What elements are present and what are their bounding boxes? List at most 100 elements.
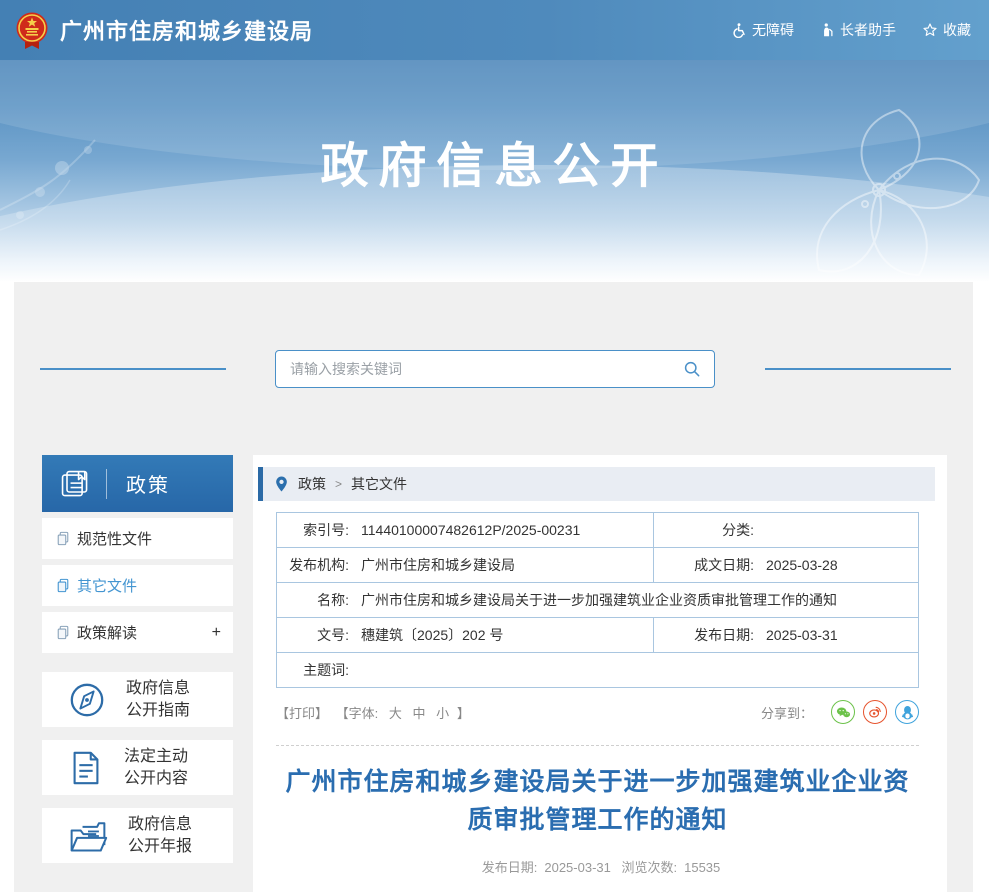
star-icon: [922, 22, 938, 38]
publish-date-label: 发布日期:: [654, 625, 754, 645]
site-title: 广州市住房和城乡建设局: [60, 14, 313, 46]
file-icon: [56, 578, 70, 593]
index-cell: 索引号: 11440100007482612P/2025-00231: [277, 513, 653, 547]
index-label: 索引号:: [277, 520, 349, 540]
sidebar-item-label: 规范性文件: [77, 528, 152, 549]
sidebar-card-info-guide[interactable]: 政府信息 公开指南: [42, 672, 233, 727]
decor-line-left: [40, 368, 226, 370]
agency-label: 发布机构:: [277, 555, 349, 575]
label-line1: 法定主动: [124, 748, 188, 765]
share-qq-button[interactable]: [895, 700, 919, 724]
sidebar-card-annual-report[interactable]: 政府信息 公开年报: [42, 808, 233, 863]
accessibility-label: 无障碍: [752, 20, 794, 40]
font-size-large-button[interactable]: 大: [389, 706, 402, 721]
main-panel: 政策 > 其它文件 索引号: 11440100007482612P/2025-0…: [253, 455, 947, 892]
label-line2: 公开内容: [124, 770, 188, 787]
breadcrumb: 政策 > 其它文件: [258, 467, 935, 501]
written-date-value: 2025-03-28: [766, 557, 838, 573]
sidebar-card-statutory-disclosure[interactable]: 法定主动 公开内容: [42, 740, 233, 795]
elder-helper-label: 长者助手: [840, 20, 896, 40]
banner: 政府信息公开: [0, 60, 989, 282]
topbar-links: 无障碍 长者助手 收藏: [705, 20, 971, 40]
agency-cell: 发布机构: 广州市住房和城乡建设局: [277, 548, 653, 582]
weibo-icon: [868, 705, 882, 719]
agency-value: 广州市住房和城乡建设局: [361, 555, 515, 575]
elder-person-icon: [820, 22, 835, 38]
sidebar-title: 政策: [126, 469, 170, 498]
content-card: 政策 规范性文件 其它文件: [14, 282, 973, 892]
divider: [106, 469, 107, 499]
sidebar-header-policy[interactable]: 政策: [42, 455, 233, 512]
location-pin-icon: [275, 476, 288, 492]
national-emblem-logo: [13, 10, 51, 50]
written-date-cell: 成文日期: 2025-03-28: [653, 548, 918, 582]
article-title: 广州市住房和城乡建设局关于进一步加强建筑业企业资质审批管理工作的通知: [276, 763, 919, 839]
share-label: 分享到：: [761, 703, 813, 722]
table-row: 文号: 穗建筑〔2025〕202 号 发布日期: 2025-03-31: [277, 618, 918, 653]
breadcrumb-separator: >: [335, 477, 342, 491]
article-toolbar: 【打印】 【字体: 大 中 小 】 分享到：: [276, 700, 919, 724]
book-icon: [59, 468, 91, 500]
sidebar-item-label: 其它文件: [77, 575, 137, 596]
banner-title: 政府信息公开: [0, 126, 989, 196]
publish-date-cell: 发布日期: 2025-03-31: [653, 618, 918, 652]
search-button[interactable]: [670, 351, 714, 387]
dashed-divider: [276, 745, 919, 746]
label-line2: 公开年报: [128, 838, 192, 855]
share-weibo-button[interactable]: [863, 700, 887, 724]
search-box: [275, 350, 715, 388]
search-icon: [682, 359, 702, 379]
article-meta: 发布日期:2025-03-31 浏览次数:15535: [276, 857, 919, 876]
doc-no-value: 穗建筑〔2025〕202 号: [361, 625, 503, 645]
share-wechat-button[interactable]: [831, 700, 855, 724]
favorite-link[interactable]: 收藏: [922, 20, 971, 40]
breadcrumb-root[interactable]: 政策: [298, 474, 326, 494]
label-line1: 政府信息: [126, 680, 190, 697]
search-input[interactable]: [276, 351, 670, 387]
wechat-icon: [836, 706, 851, 719]
site-header: 广州市住房和城乡建设局 无障碍 长者助手: [0, 0, 989, 60]
document-meta-table: 索引号: 11440100007482612P/2025-00231 分类: 发…: [276, 512, 919, 688]
document-icon: [68, 749, 104, 787]
doc-no-label: 文号:: [277, 625, 349, 645]
keywords-cell: 主题词:: [277, 653, 918, 687]
sidebar: 政策 规范性文件 其它文件: [42, 455, 233, 863]
table-row: 主题词:: [277, 653, 918, 687]
print-button[interactable]: 【打印】: [276, 706, 328, 721]
article-publish-date: 2025-03-31: [544, 860, 611, 875]
sidebar-item-other-docs[interactable]: 其它文件: [42, 565, 233, 606]
publish-date-value: 2025-03-31: [766, 627, 838, 643]
file-icon: [56, 531, 70, 546]
table-row: 发布机构: 广州市住房和城乡建设局 成文日期: 2025-03-28: [277, 548, 918, 583]
sidebar-card-label: 政府信息 公开年报: [128, 814, 192, 858]
share-controls: 分享到：: [761, 700, 919, 724]
sidebar-item-label: 政策解读: [77, 622, 137, 643]
sidebar-item-normative-docs[interactable]: 规范性文件: [42, 518, 233, 559]
table-row: 索引号: 11440100007482612P/2025-00231 分类:: [277, 513, 918, 548]
written-date-label: 成文日期:: [654, 555, 754, 575]
font-size-medium-button[interactable]: 中: [413, 706, 426, 721]
sidebar-item-policy-interpretation[interactable]: 政策解读 +: [42, 612, 233, 653]
compass-icon: [68, 681, 106, 719]
page: 广州市住房和城乡建设局 无障碍 长者助手: [0, 0, 989, 892]
sidebar-card-label: 政府信息 公开指南: [126, 678, 190, 722]
label-line2: 公开指南: [126, 702, 190, 719]
name-cell: 名称: 广州市住房和城乡建设局关于进一步加强建筑业企业资质审批管理工作的通知: [277, 583, 918, 617]
keywords-label: 主题词:: [277, 660, 349, 680]
font-size-small-button[interactable]: 小: [436, 706, 449, 721]
index-value: 11440100007482612P/2025-00231: [361, 522, 580, 538]
name-value: 广州市住房和城乡建设局关于进一步加强建筑业企业资质审批管理工作的通知: [361, 590, 837, 610]
site-brand[interactable]: 广州市住房和城乡建设局: [13, 10, 313, 50]
doc-no-cell: 文号: 穗建筑〔2025〕202 号: [277, 618, 653, 652]
print-font-controls: 【打印】 【字体: 大 中 小 】: [276, 703, 474, 722]
accessibility-link[interactable]: 无障碍: [731, 20, 794, 40]
breadcrumb-current[interactable]: 其它文件: [351, 474, 407, 494]
font-size-prefix: 【字体:: [336, 706, 379, 721]
category-label: 分类:: [654, 520, 754, 540]
elder-helper-link[interactable]: 长者助手: [820, 20, 896, 40]
expand-plus-icon[interactable]: +: [212, 624, 221, 642]
folder-icon: [68, 817, 108, 855]
article-publish-label: 发布日期:: [482, 860, 538, 875]
decor-line-right: [765, 368, 951, 370]
wheelchair-icon: [731, 22, 747, 38]
